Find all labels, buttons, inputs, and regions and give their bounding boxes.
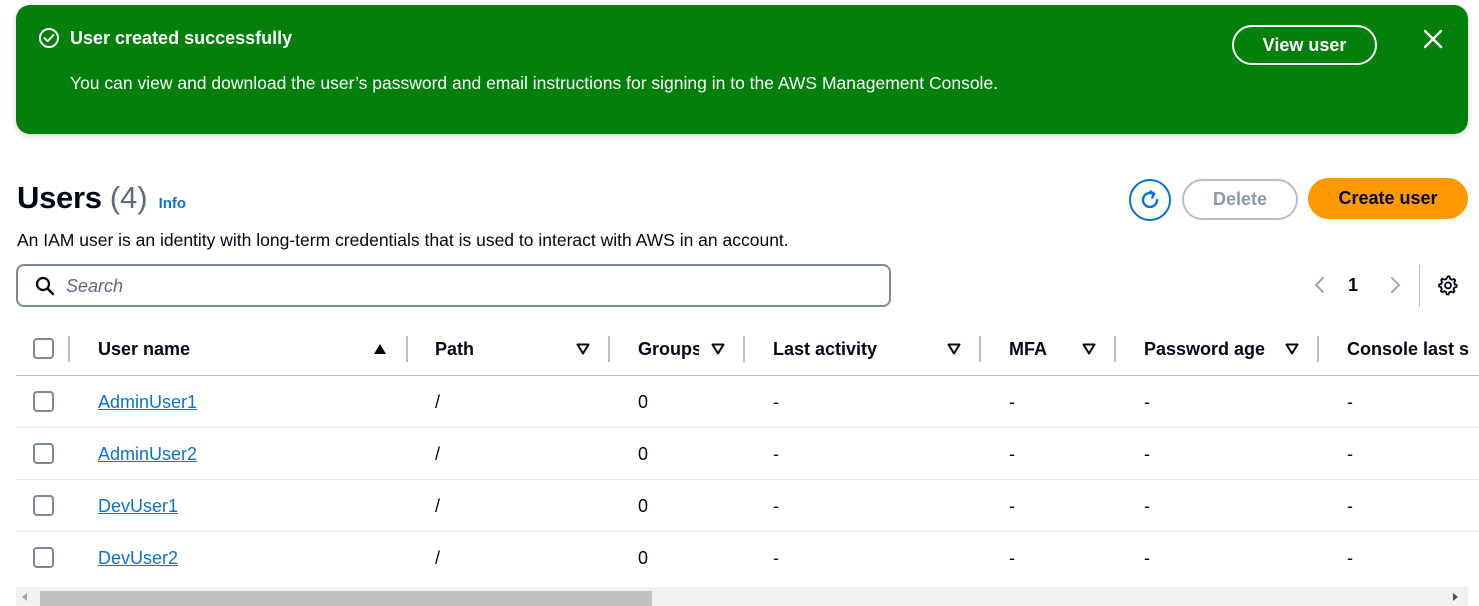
refresh-button[interactable] xyxy=(1129,179,1171,221)
last-activity-cell: - xyxy=(773,443,779,464)
sort-ascending-icon[interactable] xyxy=(372,341,388,357)
page-number[interactable]: 1 xyxy=(1348,275,1358,296)
column-header-user-name[interactable]: User name xyxy=(98,322,318,376)
view-user-button[interactable]: View user xyxy=(1232,25,1377,65)
groups-cell: 0 xyxy=(638,547,649,568)
path-cell: / xyxy=(435,391,441,412)
column-header-password-age[interactable]: Password age xyxy=(1144,322,1274,376)
column-header-path[interactable]: Path xyxy=(435,322,555,376)
last-activity-cell: - xyxy=(773,391,779,412)
column-header-mfa[interactable]: MFA xyxy=(1009,322,1069,376)
groups-cell: 0 xyxy=(638,495,649,516)
gear-icon[interactable] xyxy=(1437,274,1459,296)
row-checkbox[interactable] xyxy=(33,443,54,464)
groups-cell: 0 xyxy=(638,391,649,412)
path-cell: / xyxy=(435,443,441,464)
password-age-cell: - xyxy=(1144,547,1150,568)
column-divider xyxy=(406,336,408,362)
success-flash-banner: User created successfully You can view a… xyxy=(16,5,1468,134)
column-header-last-activity[interactable]: Last activity xyxy=(773,322,933,376)
user-name-link[interactable]: AdminUser2 xyxy=(98,444,197,465)
table-row: AdminUser1 / 0 - - - - xyxy=(16,376,1479,428)
scrollbar-thumb[interactable] xyxy=(40,591,652,606)
mfa-cell: - xyxy=(1009,443,1015,464)
horizontal-scrollbar[interactable] xyxy=(16,587,1468,606)
row-checkbox[interactable] xyxy=(33,495,54,516)
info-link[interactable]: Info xyxy=(159,195,187,212)
password-age-cell: - xyxy=(1144,391,1150,412)
pagination-divider xyxy=(1419,265,1420,307)
password-age-cell: - xyxy=(1144,443,1150,464)
create-user-button[interactable]: Create user xyxy=(1308,178,1468,219)
refresh-icon xyxy=(1141,190,1159,209)
column-divider xyxy=(979,336,981,362)
row-checkbox[interactable] xyxy=(33,547,54,568)
mfa-cell: - xyxy=(1009,495,1015,516)
column-divider xyxy=(68,336,70,362)
table-row: DevUser1 / 0 - - - - xyxy=(16,480,1479,532)
sort-icon[interactable] xyxy=(946,341,962,357)
page-title: Users xyxy=(17,180,102,215)
console-last-sign-in-cell: - xyxy=(1347,443,1353,464)
groups-cell: 0 xyxy=(638,443,649,464)
mfa-cell: - xyxy=(1009,391,1015,412)
select-all-checkbox[interactable] xyxy=(33,338,54,359)
last-activity-cell: - xyxy=(773,495,779,516)
flash-message: You can view and download the user’s pas… xyxy=(70,73,999,93)
search-box[interactable] xyxy=(16,264,891,307)
delete-button[interactable]: Delete xyxy=(1182,179,1298,220)
console-last-sign-in-cell: - xyxy=(1347,391,1353,412)
console-last-sign-in-cell: - xyxy=(1347,547,1353,568)
column-divider xyxy=(1317,336,1319,362)
search-input[interactable] xyxy=(66,272,866,300)
table-header: User name Path Groups Last activity MFA … xyxy=(16,322,1479,376)
path-cell: / xyxy=(435,547,441,568)
scroll-right-arrow-icon[interactable] xyxy=(1453,593,1458,601)
close-icon[interactable] xyxy=(1421,27,1445,51)
mfa-cell: - xyxy=(1009,547,1015,568)
column-divider xyxy=(608,336,610,362)
users-table: User name Path Groups Last activity MFA … xyxy=(16,322,1479,584)
scroll-left-arrow-icon[interactable] xyxy=(22,593,27,601)
column-divider xyxy=(1114,336,1116,362)
sort-icon[interactable] xyxy=(575,341,591,357)
table-row: DevUser2 / 0 - - - - xyxy=(16,532,1479,584)
page-description: An IAM user is an identity with long-ter… xyxy=(17,230,789,250)
success-check-icon xyxy=(39,28,59,48)
sort-icon[interactable] xyxy=(1284,341,1300,357)
column-divider xyxy=(743,336,745,362)
page-header: Users (4) Info xyxy=(17,180,186,216)
chevron-left-icon[interactable] xyxy=(1310,275,1330,295)
search-icon xyxy=(35,276,55,296)
sort-icon[interactable] xyxy=(710,341,726,357)
flash-title: User created successfully xyxy=(70,28,293,48)
chevron-right-icon[interactable] xyxy=(1385,275,1405,295)
password-age-cell: - xyxy=(1144,495,1150,516)
console-last-sign-in-cell: - xyxy=(1347,495,1353,516)
user-name-link[interactable]: AdminUser1 xyxy=(98,392,197,413)
path-cell: / xyxy=(435,495,441,516)
table-row: AdminUser2 / 0 - - - - xyxy=(16,428,1479,480)
column-header-groups[interactable]: Groups xyxy=(638,322,699,376)
last-activity-cell: - xyxy=(773,547,779,568)
user-name-link[interactable]: DevUser2 xyxy=(98,548,178,569)
column-header-console-last-sign-in[interactable]: Console last s xyxy=(1347,322,1479,376)
users-count: (4) xyxy=(109,180,148,215)
sort-icon[interactable] xyxy=(1081,341,1097,357)
user-name-link[interactable]: DevUser1 xyxy=(98,496,178,517)
row-checkbox[interactable] xyxy=(33,391,54,412)
